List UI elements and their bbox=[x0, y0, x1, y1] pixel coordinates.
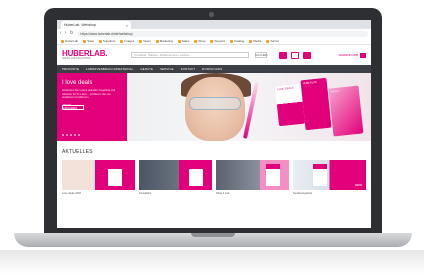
news-card[interactable]: MEHR Sonderangebote bbox=[293, 160, 366, 195]
news-image bbox=[139, 160, 212, 190]
bookmark-item[interactable]: Admin bbox=[266, 39, 279, 43]
news-image: MEHR bbox=[293, 160, 366, 190]
laptop-notch bbox=[191, 233, 235, 237]
carousel-dot[interactable] bbox=[62, 134, 64, 136]
logo-tagline: SWISS LAB SOLUTIONS bbox=[62, 56, 91, 60]
tab-title: HuberLab. Webshop bbox=[64, 23, 97, 27]
folder-icon bbox=[155, 39, 159, 43]
site-header: HUBERLAB. SWISS LAB SOLUTIONS Produkte, … bbox=[57, 45, 371, 65]
address-bar[interactable]: https://www.huberlab.ch/de/webshop bbox=[76, 30, 368, 37]
news-caption: Shop 4 Lab bbox=[216, 192, 230, 195]
news-card[interactable]: Kontaktlos bbox=[139, 160, 212, 195]
forward-icon[interactable]: › bbox=[65, 31, 67, 36]
flyer-graphic bbox=[189, 164, 203, 186]
hero-image: LOVE DEALS HUBERLAB DEALS bbox=[127, 73, 371, 141]
menu-item-service[interactable]: SERVICE bbox=[160, 67, 174, 71]
browser-toolbar: ‹ › ↻ https://www.huberlab.ch/de/webshop bbox=[57, 29, 371, 38]
compare-icon[interactable] bbox=[303, 51, 312, 59]
flyer-graphic bbox=[266, 164, 280, 186]
huberlab-logo[interactable]: HUBERLAB. SWISS LAB SOLUTIONS bbox=[62, 49, 108, 61]
folder-icon bbox=[229, 39, 233, 43]
news-heading: AKTUELLES bbox=[62, 149, 93, 155]
hero-title: I love deals bbox=[62, 80, 93, 86]
back-icon[interactable]: ‹ bbox=[60, 31, 62, 36]
bookmark-item[interactable]: Sales bbox=[177, 39, 189, 43]
site-search-input[interactable]: Produkte, Marken, Artikelnummer suchen… bbox=[131, 52, 250, 58]
carousel-dot[interactable] bbox=[70, 134, 72, 136]
hero-product-box: HUBERLAB bbox=[300, 77, 332, 131]
browser-tab[interactable]: HuberLab. Webshop × bbox=[61, 21, 131, 29]
news-image bbox=[62, 160, 135, 190]
bookmark-item[interactable]: Marketing bbox=[155, 39, 173, 43]
search-button[interactable]: SUCHEN bbox=[255, 52, 268, 58]
folder-icon bbox=[98, 39, 102, 43]
hero-description: Entdecken Sie unsere aktuellen Angebote … bbox=[62, 89, 116, 99]
menu-item-produkte[interactable]: PRODUKTE bbox=[62, 67, 79, 71]
bookmark-item[interactable]: Shop bbox=[194, 39, 205, 43]
bookmark-item[interactable]: Images bbox=[120, 39, 134, 43]
browser-tab-bar: HuberLab. Webshop × bbox=[57, 20, 371, 29]
flyer-graphic bbox=[313, 164, 327, 186]
flyer-graphic bbox=[108, 164, 122, 186]
menu-item-geraete[interactable]: GERÄTE bbox=[140, 67, 153, 71]
news-list: Love deals 2020 Kontaktlos Shop 4 Lab ME… bbox=[57, 160, 371, 195]
bookmark-item[interactable]: Sites bbox=[83, 39, 94, 43]
menu-item-downloads[interactable]: DOWNLOADS bbox=[202, 67, 222, 71]
header-icons bbox=[279, 51, 312, 59]
menu-item-verbrauchsmaterial[interactable]: LABORVERBRAUCHSMATERIAL bbox=[86, 67, 133, 71]
bookmark-item[interactable]: Catalog bbox=[229, 39, 244, 43]
hero-product-bag: DEALS bbox=[328, 85, 364, 137]
menu-item-kontakt[interactable]: KONTAKT bbox=[181, 67, 195, 71]
cart-label: WARENKORB bbox=[338, 53, 358, 57]
reload-icon[interactable]: ↻ bbox=[69, 31, 73, 36]
folder-icon bbox=[139, 39, 143, 43]
wishlist-icon[interactable] bbox=[291, 51, 300, 59]
news-card[interactable]: Love deals 2020 bbox=[62, 160, 135, 195]
news-badge[interactable]: MEHR bbox=[352, 183, 364, 188]
cart-button[interactable]: WARENKORB bbox=[338, 52, 366, 58]
carousel-dot[interactable] bbox=[66, 134, 68, 136]
bookmark-item[interactable]: News bbox=[139, 39, 151, 43]
bookmark-item[interactable]: HuberLab bbox=[61, 39, 78, 43]
folder-icon bbox=[266, 39, 270, 43]
news-image bbox=[216, 160, 289, 190]
account-icon[interactable] bbox=[279, 51, 288, 59]
folder-icon bbox=[83, 39, 87, 43]
bookmark-item[interactable]: Support bbox=[210, 39, 225, 43]
news-card[interactable]: Shop 4 Lab bbox=[216, 160, 289, 195]
bookmark-item[interactable]: Media bbox=[249, 39, 261, 43]
hero-banner: I love deals Entdecken Sie unsere aktuel… bbox=[57, 73, 371, 141]
hero-text-panel: I love deals Entdecken Sie unsere aktuel… bbox=[57, 73, 127, 141]
safety-goggles bbox=[189, 97, 241, 110]
close-icon[interactable]: × bbox=[126, 23, 128, 28]
carousel-dots bbox=[62, 134, 80, 136]
folder-icon bbox=[120, 39, 124, 43]
folder-icon bbox=[61, 39, 64, 43]
main-menu: PRODUKTE LABORVERBRAUCHSMATERIAL GERÄTE … bbox=[57, 65, 371, 73]
bookmarks-bar: HuberLab Sites Suppliers Images News Mar… bbox=[57, 38, 371, 45]
laptop-shadow bbox=[0, 250, 424, 275]
news-caption: Kontaktlos bbox=[139, 192, 152, 195]
laptop-screen: HuberLab. Webshop × ‹ › ↻ https://www.hu… bbox=[57, 20, 371, 228]
webcam-icon bbox=[209, 12, 214, 17]
cart-icon bbox=[360, 52, 366, 58]
news-caption: Love deals 2020 bbox=[62, 192, 82, 195]
folder-icon bbox=[210, 39, 214, 43]
laptop-base bbox=[14, 233, 412, 247]
carousel-dot[interactable] bbox=[74, 134, 76, 136]
news-caption: Sonderangebote bbox=[293, 192, 313, 195]
carousel-dot[interactable] bbox=[78, 134, 80, 136]
folder-icon bbox=[249, 39, 253, 43]
hero-cta-button[interactable]: MEHR ERFAHREN bbox=[62, 104, 84, 110]
folder-icon bbox=[194, 39, 198, 43]
folder-icon bbox=[177, 39, 181, 43]
bookmark-item[interactable]: Suppliers bbox=[98, 39, 115, 43]
